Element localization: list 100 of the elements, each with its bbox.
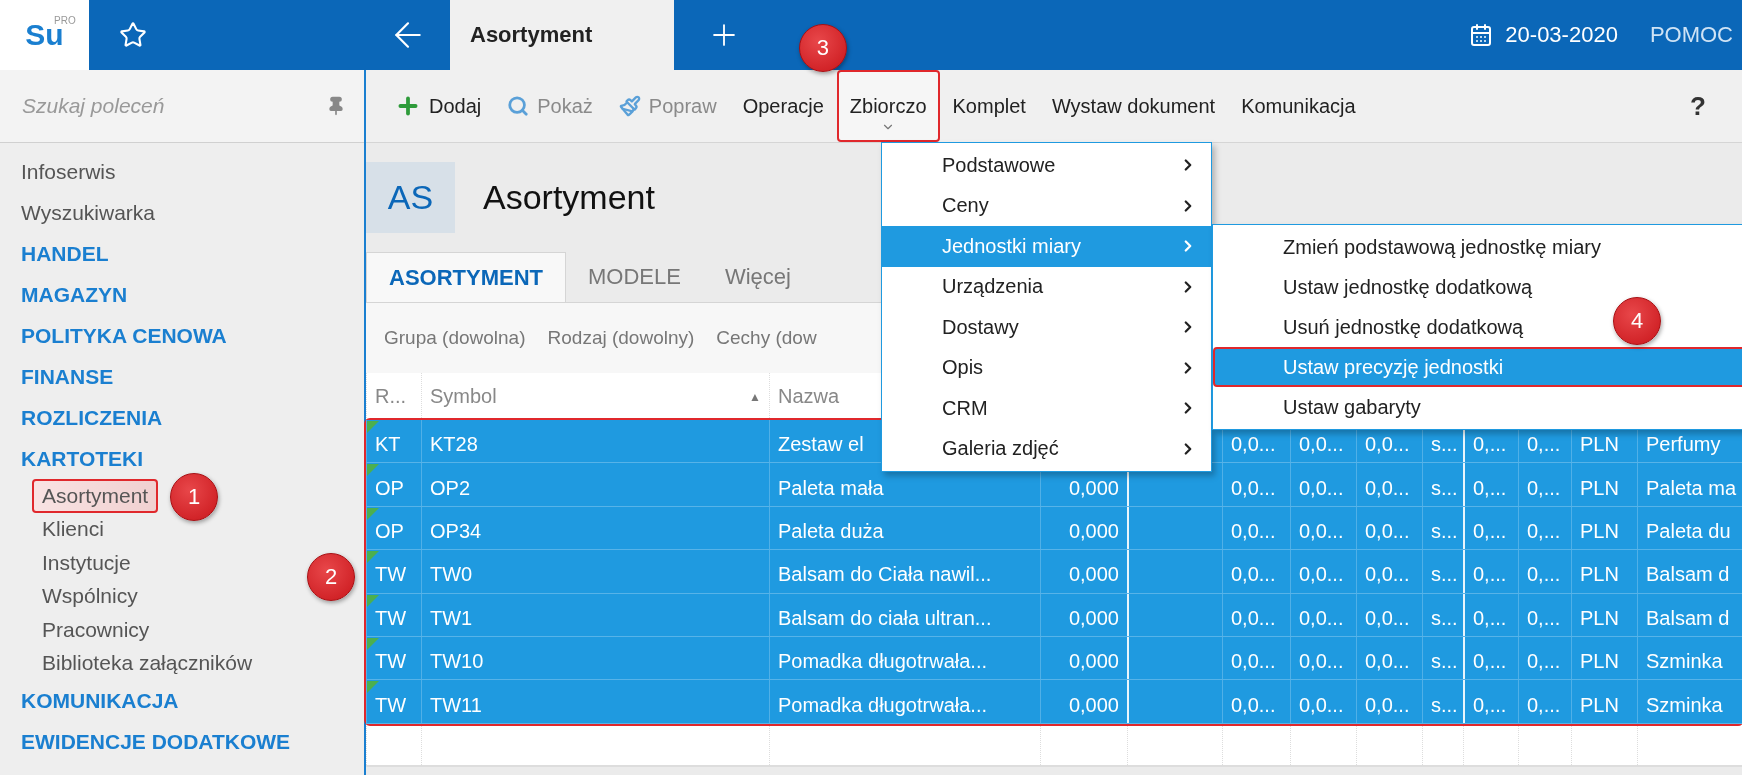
menu-item[interactable]: Ustaw precyzję jednostki: [1213, 347, 1742, 387]
table-cell: 0,...: [1473, 476, 1507, 500]
menu-item[interactable]: Ceny: [882, 185, 1211, 226]
star-icon[interactable]: [119, 21, 147, 49]
sidebar-item[interactable]: Infoserwis: [21, 151, 116, 192]
table-cell: 0,0...: [1365, 563, 1410, 587]
column-header[interactable]: Nazwa: [778, 385, 840, 408]
step-marker: 1: [170, 473, 219, 521]
table-cell: 0,...: [1473, 693, 1507, 717]
corner-marker-icon: [367, 681, 379, 694]
app-logo[interactable]: SuPRO: [0, 0, 89, 70]
toolbar-button[interactable]: Komunikacja: [1228, 70, 1369, 142]
table-cell: 0,000: [1068, 519, 1119, 543]
table-cell: PLN: [1580, 650, 1619, 674]
table-cell: 0,000: [1068, 476, 1119, 500]
table-cell: 0,0...: [1231, 693, 1276, 717]
table-cell: 0,...: [1527, 433, 1561, 457]
table-cell: 0,...: [1527, 476, 1561, 500]
sidebar-section[interactable]: KOMUNIKACJA: [21, 680, 179, 721]
sidebar-item[interactable]: Wspólnicy: [32, 579, 148, 613]
table-cell: 0,...: [1473, 519, 1507, 543]
sidebar-section[interactable]: KARTOTEKI: [21, 438, 144, 479]
table-cell: TW0: [430, 563, 473, 587]
corner-marker-icon: [367, 507, 379, 520]
sidebar-section[interactable]: ROZLICZENIA: [21, 397, 163, 438]
table-cell: 0,...: [1473, 650, 1507, 674]
column-header[interactable]: Symbol: [430, 385, 497, 408]
table-cell: s...: [1431, 519, 1458, 543]
menu-item[interactable]: Galeria zdjęć: [882, 428, 1211, 469]
menu-item[interactable]: CRM: [882, 388, 1211, 429]
sidebar-item[interactable]: Instytucje: [32, 546, 141, 580]
command-search-field[interactable]: Szukaj poleceń: [20, 93, 304, 119]
table-row[interactable]: OP OP34 Paleta duża 0,000 0,0... 0,0... 0,0... s... 0,... 0,... PLN Paleta du: [366, 506, 1742, 551]
table-row[interactable]: OP OP2 Paleta mała 0,000 0,0... 0,0... 0,0... s... 0,... 0,... PLN Paleta ma: [366, 463, 1742, 507]
view-tab[interactable]: ASORTYMENT: [366, 252, 566, 302]
sidebar-item[interactable]: Asortyment: [32, 479, 159, 513]
menu-item[interactable]: Opis: [882, 347, 1211, 388]
sidebar-section[interactable]: EWIDENCJE DODATKOWE: [21, 721, 291, 762]
sidebar-section[interactable]: HANDEL: [21, 233, 109, 274]
table-cell: OP: [375, 476, 404, 500]
help-link[interactable]: POMOC: [1649, 22, 1733, 48]
table-row[interactable]: TW TW11 Pomadka długotrwała... 0,000 0,0... 0,0... 0,0... s... 0,... 0,... PLN Szminka: [366, 680, 1742, 724]
table-cell: 0,0...: [1299, 606, 1344, 630]
table-row[interactable]: TW TW0 Balsam do Ciała nawil... 0,000 0,0... 0,0... 0,0... s... 0,... 0,... PLN Balsam d: [366, 550, 1742, 594]
corner-marker-icon: [367, 421, 379, 433]
table-cell: 0,0...: [1365, 693, 1410, 717]
table-cell: Szminka: [1646, 693, 1723, 717]
table-cell: s...: [1431, 693, 1458, 717]
table-cell: 0,0...: [1299, 563, 1344, 587]
filter-dropdown[interactable]: Rodzaj (dowolny): [547, 327, 695, 349]
table-cell: 0,000: [1068, 606, 1119, 630]
filter-dropdown[interactable]: Cechy (dow: [716, 327, 817, 349]
table-cell: PLN: [1580, 519, 1619, 543]
toolbar-button[interactable]: Zbiorczo: [836, 70, 940, 142]
table-cell: TW: [375, 606, 407, 630]
page-title: Asortyment: [483, 178, 655, 217]
sidebar-item[interactable]: Wyszukiwarka: [21, 192, 155, 233]
table-cell: s...: [1431, 563, 1458, 587]
module-badge: AS: [366, 162, 455, 233]
table-cell: 0,...: [1527, 563, 1561, 587]
table-cell: OP2: [430, 476, 471, 500]
column-header[interactable]: R...: [375, 385, 407, 408]
table-cell: KT: [375, 433, 401, 457]
table-row[interactable]: TW TW1 Balsam do ciała ultran... 0,000 0,0... 0,0... 0,0... s... 0,... 0,... PLN Balsam d: [366, 593, 1742, 637]
table-row[interactable]: TW TW10 Pomadka długotrwała... 0,000 0,0... 0,0... 0,0... s... 0,... 0,... PLN Szminka: [366, 636, 1742, 681]
table-cell: TW: [375, 693, 407, 717]
view-tab[interactable]: Więcej: [702, 252, 813, 302]
toolbar-button[interactable]: Dodaj: [382, 70, 495, 142]
help-button[interactable]: ?: [1690, 90, 1706, 122]
pin-icon[interactable]: [326, 96, 346, 116]
filter-dropdown[interactable]: Grupa (dowolna): [384, 327, 526, 349]
sidebar-item[interactable]: Klienci: [32, 512, 114, 546]
table-cell: Szminka: [1646, 650, 1723, 674]
sidebar-section[interactable]: MAGAZYN: [21, 274, 128, 315]
menu-item[interactable]: Podstawowe: [882, 145, 1211, 186]
table-cell: Pomadka długotrwała...: [778, 650, 987, 674]
menu-item[interactable]: Jednostki miary: [882, 226, 1211, 267]
document-tab[interactable]: Asortyment: [450, 0, 674, 70]
view-tab[interactable]: MODELE: [566, 252, 703, 302]
table-cell: Balsam d: [1646, 563, 1730, 587]
table-cell: 0,0...: [1365, 433, 1410, 457]
table-cell: Perfumy: [1646, 433, 1721, 457]
table-cell: Balsam do Ciała nawil...: [778, 563, 992, 587]
menu-item[interactable]: Dostawy: [882, 307, 1211, 348]
table-cell: 0,0...: [1365, 606, 1410, 630]
toolbar-button[interactable]: Wystaw dokument: [1038, 70, 1229, 142]
table-cell: 0,0...: [1299, 433, 1344, 457]
toolbar-button[interactable]: Komplet: [939, 70, 1039, 142]
toolbar-button[interactable]: Operacje: [729, 70, 837, 142]
search-bar[interactable]: Szukaj poleceń: [0, 70, 364, 143]
sidebar-section[interactable]: FINANSE: [21, 356, 114, 397]
sidebar-item[interactable]: Pracownicy: [32, 613, 160, 647]
sidebar-section[interactable]: POLITYKA CENOWA: [21, 315, 227, 356]
table-cell: TW10: [430, 650, 484, 674]
sidebar-item[interactable]: Biblioteka załączników: [32, 646, 263, 680]
table-cell: PLN: [1580, 563, 1619, 587]
table-cell: 0,...: [1473, 606, 1507, 630]
corner-marker-icon: [367, 464, 379, 477]
table-cell: 0,...: [1527, 650, 1561, 674]
menu-item[interactable]: Urządzenia: [882, 266, 1211, 307]
